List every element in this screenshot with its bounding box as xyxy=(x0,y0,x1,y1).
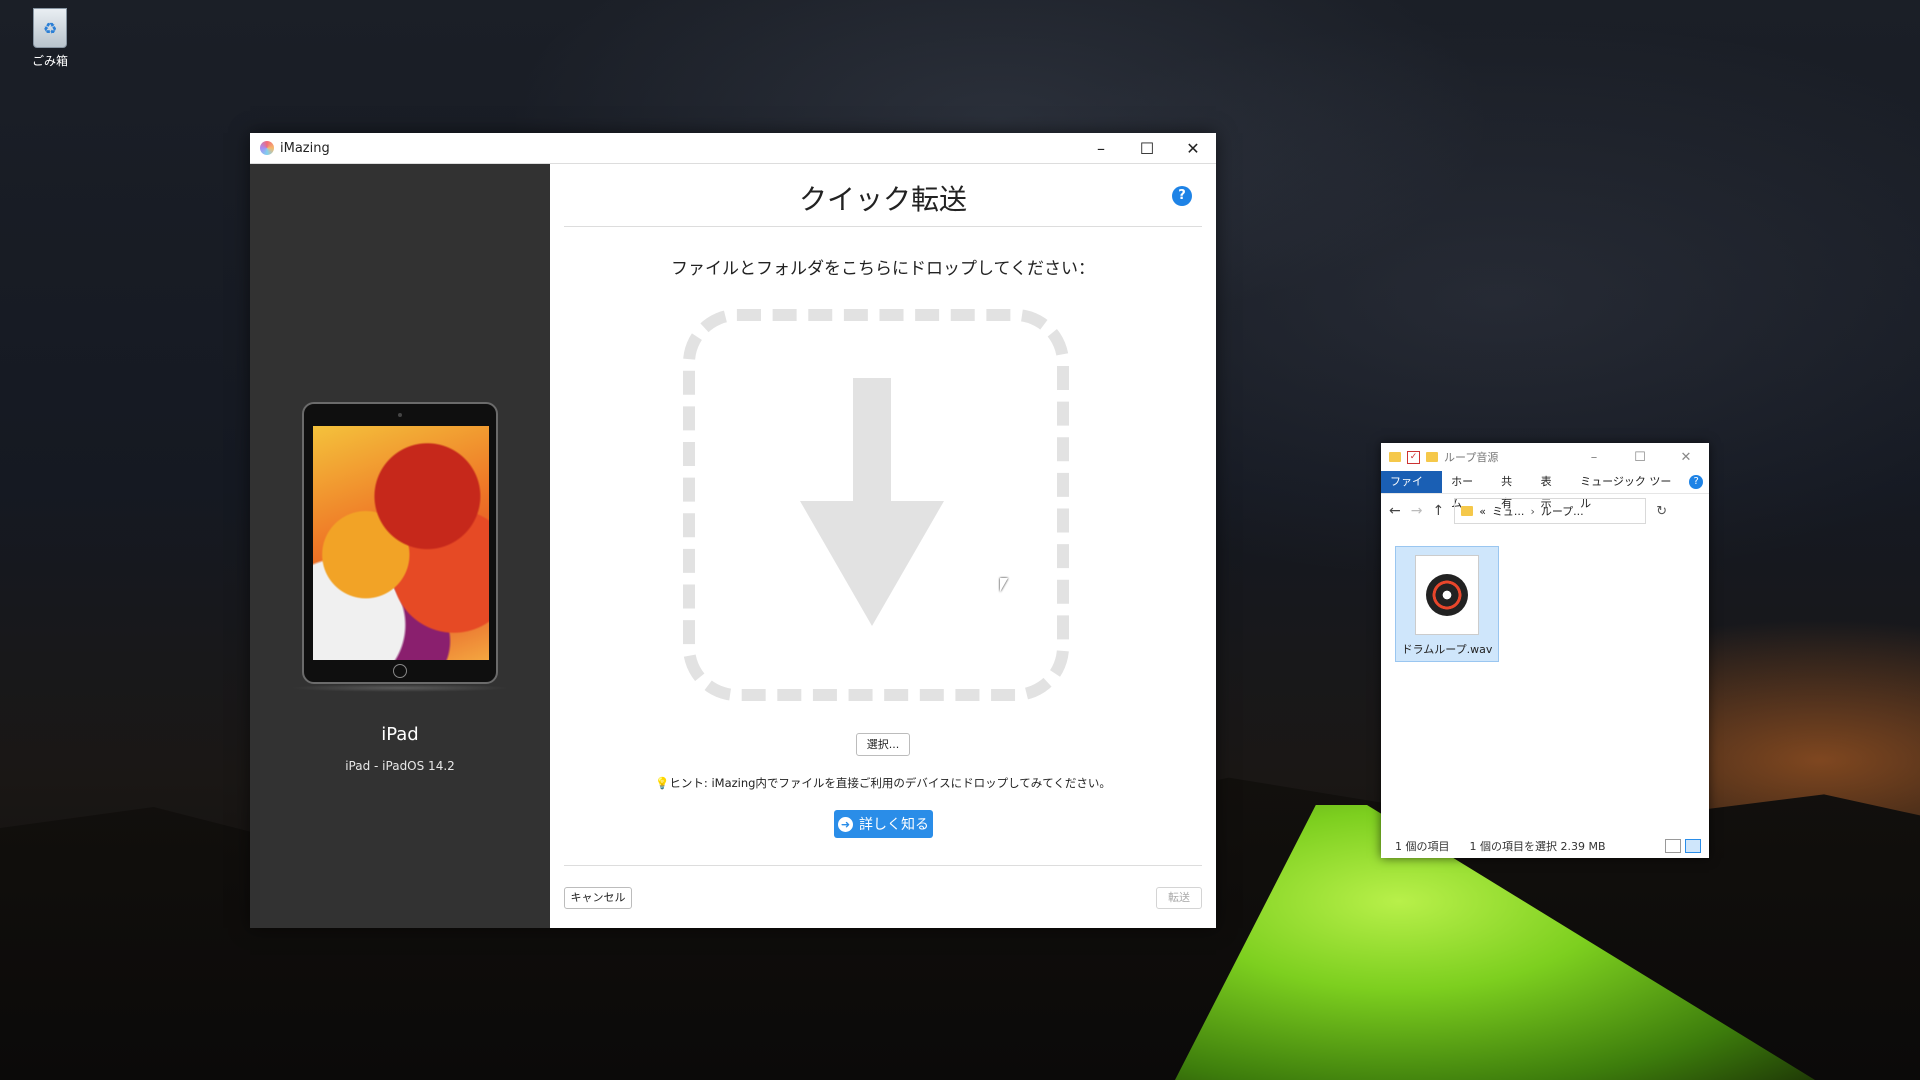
mouse-cursor-icon xyxy=(1000,578,1008,592)
address-separator: › xyxy=(1530,504,1535,518)
address-part-2[interactable]: ループ... xyxy=(1541,503,1584,519)
imazing-titlebar[interactable]: iMazing – ☐ ✕ xyxy=(250,133,1216,164)
explorer-window: ✓ ループ音源 – ☐ ✕ ファイル ホーム 共有 表示 ミュージック ツール … xyxy=(1381,443,1709,858)
music-disc-icon xyxy=(1426,574,1468,616)
select-button[interactable]: 選択... xyxy=(856,733,910,756)
tab-home[interactable]: ホーム xyxy=(1442,471,1492,510)
quick-transfer-panel: クイック転送 ? ファイルとフォルダをこちらにドロップしてください： 選択...… xyxy=(550,164,1216,928)
ipad-home-button xyxy=(393,664,407,678)
tab-music-tools[interactable]: ミュージック ツール xyxy=(1571,471,1689,510)
audio-file-icon xyxy=(1415,555,1479,635)
explorer-status-bar: 1 個の項目 1 個の項目を選択 2.39 MB xyxy=(1381,834,1709,858)
address-part-1[interactable]: ミュ... xyxy=(1492,503,1525,519)
transfer-button[interactable]: 転送 xyxy=(1156,887,1202,909)
up-icon[interactable]: ↑ xyxy=(1432,503,1444,519)
hint-label: ヒント: iMazing内でファイルを直接ご利用のデバイスにドロップしてみてくだ… xyxy=(669,776,1111,790)
details-view-icon[interactable] xyxy=(1665,839,1681,853)
folder-icon xyxy=(1389,452,1401,462)
recycle-bin-icon: ♻ xyxy=(33,8,67,48)
refresh-icon[interactable]: ↻ xyxy=(1656,504,1667,519)
recycle-bin-label: ごみ箱 xyxy=(31,54,68,68)
download-arrow-head xyxy=(800,501,944,626)
explorer-title: ループ音源 xyxy=(1444,451,1499,464)
address-prefix: « xyxy=(1479,504,1486,518)
ipad-shadow xyxy=(290,684,510,692)
explorer-close-button[interactable]: ✕ xyxy=(1663,450,1709,465)
ipad-camera xyxy=(398,413,402,417)
file-name: ドラムループ.wav xyxy=(1401,643,1493,656)
large-icons-view-icon[interactable] xyxy=(1685,839,1701,853)
ipad-wallpaper xyxy=(313,426,489,660)
quick-access-toolbar: ✓ ループ音源 xyxy=(1381,449,1498,465)
hint-text: 💡ヒント: iMazing内でファイルを直接ご利用のデバイスにドロップしてみてく… xyxy=(655,776,1111,790)
minimize-button[interactable]: – xyxy=(1078,133,1124,163)
forward-icon[interactable]: → xyxy=(1411,503,1423,519)
back-icon[interactable]: ← xyxy=(1389,503,1401,519)
tab-share[interactable]: 共有 xyxy=(1492,471,1532,510)
imazing-app-icon xyxy=(260,141,274,155)
tab-view[interactable]: 表示 xyxy=(1532,471,1572,510)
tab-file[interactable]: ファイル xyxy=(1381,471,1443,510)
title-divider xyxy=(564,226,1202,227)
footer-divider xyxy=(564,865,1202,866)
device-name: iPad xyxy=(381,724,419,745)
address-folder-icon xyxy=(1461,506,1474,516)
window-title: iMazing xyxy=(280,140,330,156)
ipad-image xyxy=(302,402,498,684)
page-title: クイック転送 xyxy=(798,183,967,216)
drop-instruction: ファイルとフォルダをこちらにドロップしてください： xyxy=(671,259,1095,279)
address-bar[interactable]: « ミュ... › ループ... xyxy=(1454,498,1647,524)
imazing-window: iMazing – ☐ ✕ iPad iPad - iPadOS 14.2 クイ… xyxy=(250,133,1216,928)
device-sidebar: iPad iPad - iPadOS 14.2 xyxy=(250,164,550,928)
explorer-help-icon[interactable]: ? xyxy=(1689,475,1703,489)
recycle-bin[interactable]: ♻ ごみ箱 xyxy=(18,8,82,69)
learn-more-button[interactable]: ➜ 詳しく知る xyxy=(834,810,933,838)
file-item[interactable]: ドラムループ.wav xyxy=(1395,546,1499,662)
properties-icon[interactable]: ✓ xyxy=(1407,450,1420,464)
explorer-ribbon: ファイル ホーム 共有 表示 ミュージック ツール ? xyxy=(1381,471,1709,510)
arrow-right-icon: ➜ xyxy=(838,816,853,832)
explorer-titlebar[interactable]: ✓ ループ音源 – ☐ ✕ xyxy=(1381,443,1709,471)
explorer-maximize-button[interactable]: ☐ xyxy=(1617,450,1663,465)
help-icon[interactable]: ? xyxy=(1172,186,1192,206)
close-button[interactable]: ✕ xyxy=(1170,133,1216,163)
drop-zone[interactable] xyxy=(683,309,1069,701)
maximize-button[interactable]: ☐ xyxy=(1124,133,1170,163)
item-count: 1 個の項目 xyxy=(1395,840,1450,853)
selection-info: 1 個の項目を選択 2.39 MB xyxy=(1469,840,1606,853)
download-arrow-icon xyxy=(853,378,891,503)
learn-more-label: 詳しく知る xyxy=(859,817,929,833)
new-folder-icon[interactable] xyxy=(1426,452,1438,462)
explorer-minimize-button[interactable]: – xyxy=(1571,450,1617,465)
device-details: iPad - iPadOS 14.2 xyxy=(345,759,455,773)
cancel-button[interactable]: キャンセル xyxy=(564,887,632,909)
explorer-navbar: ← → ↑ « ミュ... › ループ... ↻ xyxy=(1381,494,1709,528)
